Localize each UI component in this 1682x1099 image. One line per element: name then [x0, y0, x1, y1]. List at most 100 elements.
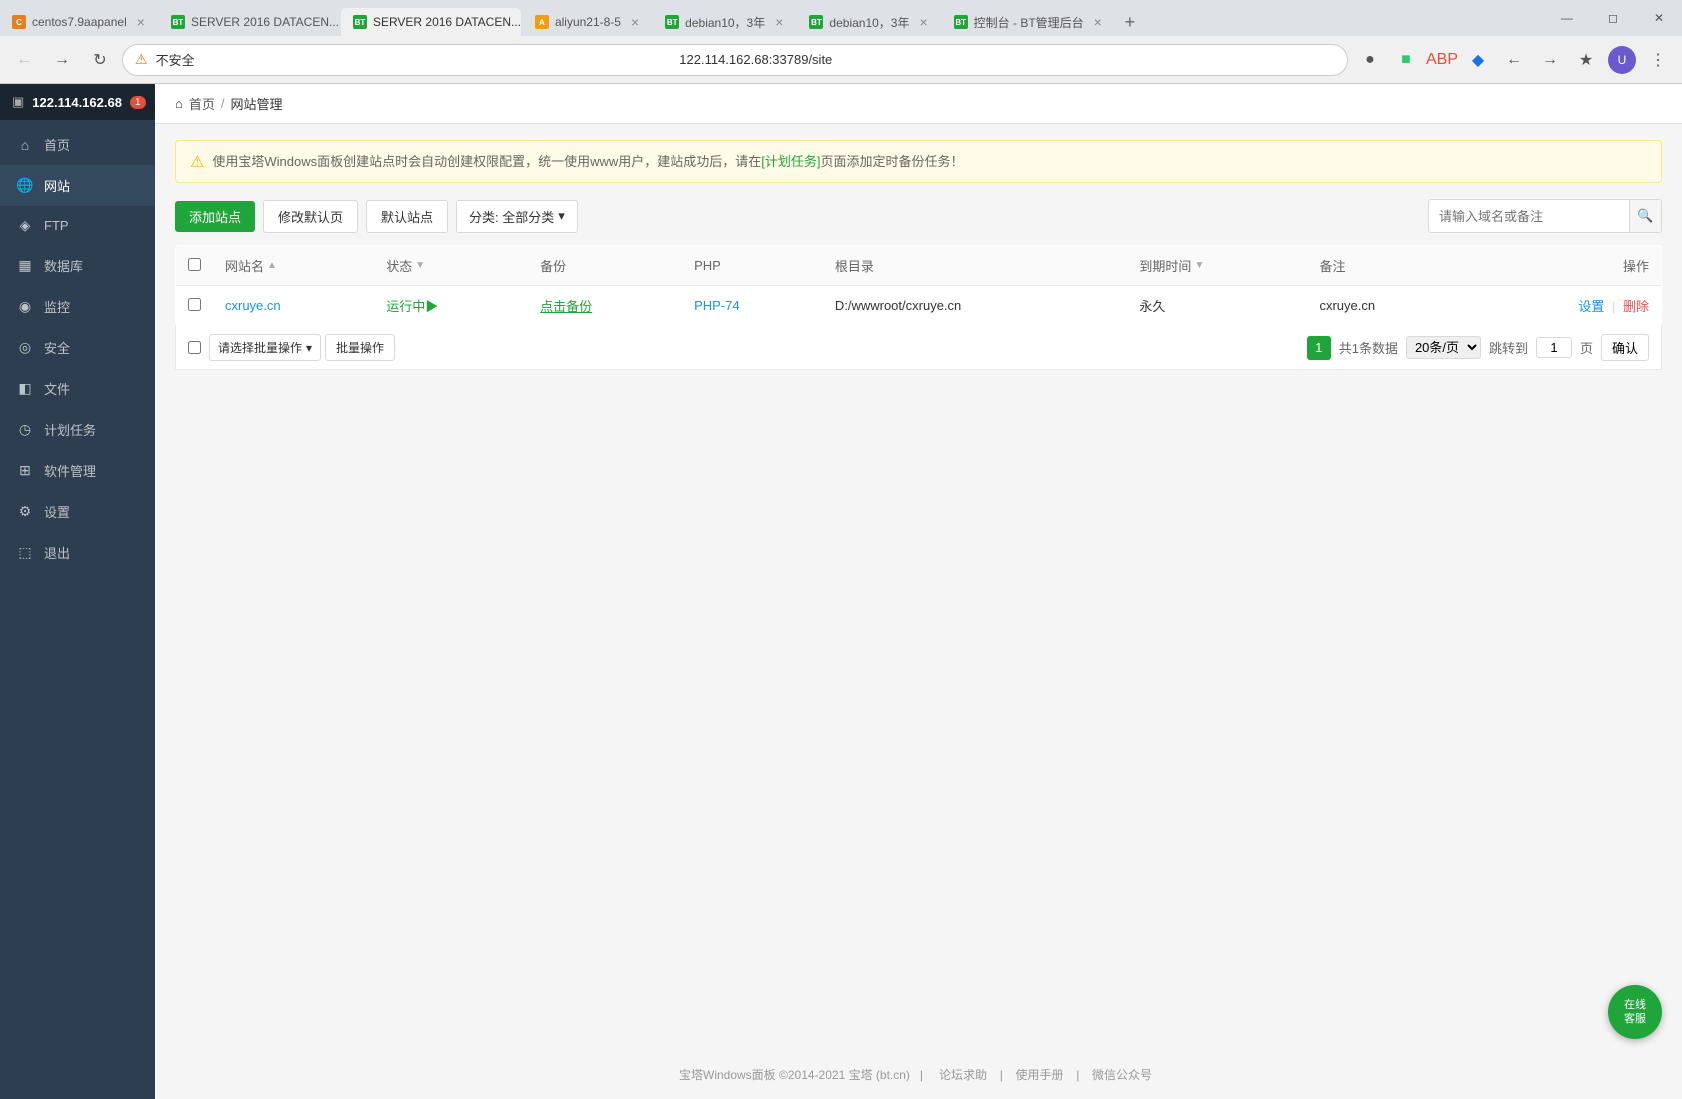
- minimize-button[interactable]: —: [1544, 0, 1590, 36]
- close-button[interactable]: ✕: [1636, 0, 1682, 36]
- sidebar-item-settings[interactable]: ⚙ 设置: [0, 491, 155, 532]
- database-icon: ▦: [16, 257, 34, 274]
- browser-tab-3[interactable]: BT SERVER 2016 DATACEN... ×: [341, 8, 521, 36]
- notification-badge: 1: [130, 96, 146, 109]
- online-service-button[interactable]: 在线 客服: [1608, 985, 1662, 1039]
- batch-action-button[interactable]: 批量操作: [325, 334, 395, 361]
- breadcrumb-separator: /: [221, 96, 225, 111]
- select-all-checkbox[interactable]: [188, 258, 201, 271]
- tab-favicon-4: A: [535, 15, 549, 29]
- shield-icon[interactable]: ■: [1390, 44, 1422, 76]
- maximize-button[interactable]: ◻: [1590, 0, 1636, 36]
- forward-button[interactable]: →: [46, 44, 78, 76]
- default-site-button[interactable]: 默认站点: [366, 200, 448, 233]
- search-input[interactable]: [1429, 203, 1629, 230]
- category-dropdown[interactable]: 分类: 全部分类 ▾: [456, 200, 578, 233]
- footer-manual-link[interactable]: 使用手册: [1016, 1068, 1064, 1082]
- row-checkbox-1[interactable]: [188, 298, 201, 311]
- refresh-button[interactable]: ↻: [84, 44, 116, 76]
- tab-close-4[interactable]: ×: [631, 14, 639, 30]
- footer-forum-link[interactable]: 论坛求助: [939, 1068, 987, 1082]
- server-ip: 122.114.162.68: [32, 95, 122, 110]
- tab-favicon-5: BT: [665, 15, 679, 29]
- settings-link[interactable]: 设置: [1578, 299, 1604, 314]
- col-root-header: 根目录: [823, 246, 1128, 286]
- page-jump-input[interactable]: [1536, 337, 1572, 358]
- warning-icon: ⚠: [190, 152, 204, 172]
- breadcrumb-current: 网站管理: [231, 94, 283, 113]
- sidebar-item-ftp[interactable]: ◈ FTP: [0, 206, 155, 245]
- adblock-icon[interactable]: ABP: [1426, 44, 1458, 76]
- sidebar-item-home[interactable]: ⌂ 首页: [0, 124, 155, 165]
- logout-icon: ⬚: [16, 544, 34, 561]
- site-name-link[interactable]: cxruye.cn: [225, 298, 281, 313]
- software-icon: ⊞: [16, 462, 34, 479]
- batch-select-label: 请选择批量操作: [218, 339, 302, 356]
- bookmark-icon[interactable]: ★: [1570, 44, 1602, 76]
- footer-wechat-link[interactable]: 微信公众号: [1092, 1068, 1152, 1082]
- content-area: ⌂ 首页 / 网站管理 ⚠ 使用宝塔Windows面板创建站点时会自动创建权限配…: [155, 84, 1682, 1099]
- sidebar-item-security[interactable]: ◎ 安全: [0, 327, 155, 368]
- tab-label-2: SERVER 2016 DATACEN...: [191, 15, 339, 29]
- back-icon2[interactable]: ←: [1498, 44, 1530, 76]
- sidebar-label-software: 软件管理: [44, 461, 96, 480]
- remark-text: cxruye.cn: [1319, 298, 1375, 313]
- current-page-number[interactable]: 1: [1307, 336, 1331, 360]
- tab-close-5[interactable]: ×: [775, 14, 783, 30]
- breadcrumb-home-link[interactable]: 首页: [189, 94, 215, 113]
- expire-time: 永久: [1139, 299, 1165, 314]
- backup-link[interactable]: 点击备份: [540, 299, 592, 314]
- sidebar-item-website[interactable]: 🌐 网站: [0, 165, 155, 206]
- sidebar-item-database[interactable]: ▦ 数据库: [0, 245, 155, 286]
- profile-icon[interactable]: U: [1606, 44, 1638, 76]
- back-button[interactable]: ←: [8, 44, 40, 76]
- add-site-button[interactable]: 添加站点: [175, 201, 255, 232]
- tab-close-7[interactable]: ×: [1094, 14, 1102, 30]
- menu-icon[interactable]: ⋮: [1642, 44, 1674, 76]
- sort-icon-expire: ▼: [1194, 260, 1204, 271]
- breadcrumb-home-icon: ⌂: [175, 96, 183, 111]
- extensions-icon[interactable]: ●: [1354, 44, 1386, 76]
- sidebar-item-software[interactable]: ⊞ 软件管理: [0, 450, 155, 491]
- translate-icon[interactable]: ◆: [1462, 44, 1494, 76]
- per-page-select[interactable]: 20条/页: [1406, 336, 1481, 359]
- sidebar-label-database: 数据库: [44, 256, 83, 275]
- new-tab-button[interactable]: +: [1116, 8, 1144, 36]
- toolbar-row: 添加站点 修改默认页 默认站点 分类: 全部分类 ▾ 🔍: [175, 199, 1662, 233]
- browser-tab-6[interactable]: BT debian10，3年 ×: [797, 8, 939, 36]
- batch-select-checkbox[interactable]: [188, 341, 201, 354]
- tab-close-6[interactable]: ×: [919, 14, 927, 30]
- sidebar-item-monitor[interactable]: ◉ 监控: [0, 286, 155, 327]
- search-box[interactable]: 🔍: [1428, 199, 1662, 233]
- modify-default-button[interactable]: 修改默认页: [263, 200, 358, 233]
- total-records: 共1条数据: [1339, 338, 1398, 357]
- sidebar-item-logout[interactable]: ⬚ 退出: [0, 532, 155, 573]
- browser-tab-4[interactable]: A aliyun21-8-5 ×: [523, 8, 651, 36]
- browser-tab-1[interactable]: C centos7.9aapanel ×: [0, 8, 157, 36]
- sidebar-item-files[interactable]: ◧ 文件: [0, 368, 155, 409]
- tab-favicon-7: BT: [954, 15, 968, 29]
- col-status-sort[interactable]: 状态 ▼: [386, 256, 425, 275]
- col-sitename-sort[interactable]: 网站名 ▲: [225, 256, 277, 275]
- batch-action-dropdown[interactable]: 请选择批量操作 ▾: [209, 334, 321, 361]
- browser-tab-2[interactable]: BT SERVER 2016 DATACEN... ×: [159, 8, 339, 36]
- forward-icon2[interactable]: →: [1534, 44, 1566, 76]
- dropdown-arrow-icon: ▾: [558, 208, 565, 224]
- tab-close-1[interactable]: ×: [137, 14, 145, 30]
- security-icon: ⚠: [135, 51, 148, 68]
- jump-confirm-button[interactable]: 确认: [1601, 334, 1649, 361]
- search-button[interactable]: 🔍: [1629, 200, 1661, 232]
- breadcrumb: ⌂ 首页 / 网站管理: [155, 84, 1682, 124]
- col-expire-sort[interactable]: 到期时间 ▼: [1139, 256, 1204, 275]
- root-dir: D:/wwwroot/cxruye.cn: [835, 298, 961, 313]
- delete-link[interactable]: 删除: [1623, 299, 1649, 314]
- screen-icon: ▣: [12, 94, 24, 110]
- sidebar-nav: ⌂ 首页 🌐 网站 ◈ FTP ▦ 数据库 ◉ 监控 ◎ 安全: [0, 120, 155, 1099]
- notice-link[interactable]: [计划任务]: [761, 154, 820, 169]
- address-bar[interactable]: ⚠ 不安全 122.114.162.68:33789/site: [122, 44, 1348, 76]
- sidebar-label-settings: 设置: [44, 502, 70, 521]
- sidebar-item-cron[interactable]: ◷ 计划任务: [0, 409, 155, 450]
- sidebar-label-cron: 计划任务: [44, 420, 96, 439]
- browser-tab-5[interactable]: BT debian10，3年 ×: [653, 8, 795, 36]
- browser-tab-7[interactable]: BT 控制台 - BT管理后台 ×: [942, 8, 1114, 36]
